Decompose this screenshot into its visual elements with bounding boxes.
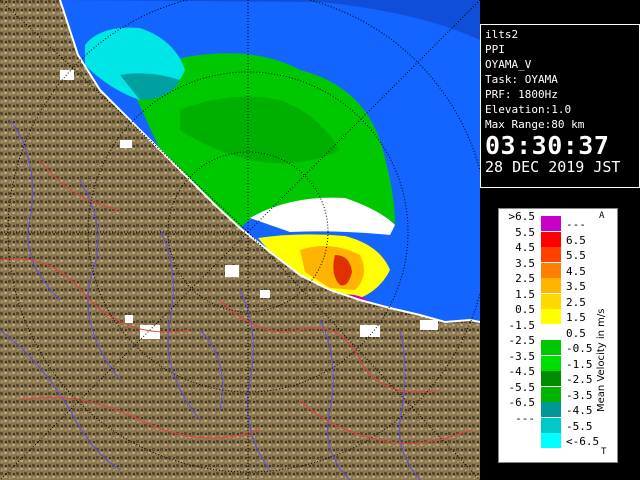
legend-swatch	[541, 216, 561, 231]
legend-swatch	[541, 340, 561, 355]
legend-label-right: <-6.5	[566, 435, 600, 448]
legend-label-left: -1.5	[508, 318, 536, 332]
legend-swatch	[541, 247, 561, 262]
velocity-legend: A >6.5 --- 5.5 6.5 4.5 5.5 3.5 4.5 2.5 3.5 1.5 2.5 0…	[498, 208, 618, 463]
legend-label-right: 1.5	[566, 311, 586, 324]
legend-swatch	[541, 309, 561, 324]
legend-swatch	[541, 278, 561, 293]
legend-swatch	[541, 293, 561, 309]
legend-swatch	[541, 417, 561, 433]
legend-label-left: >6.5	[508, 210, 536, 223]
legend-label-left: 4.5	[515, 241, 535, 254]
legend-label-right: -1.5	[566, 357, 593, 371]
legend-swatch	[541, 386, 561, 402]
legend-swatch	[541, 262, 561, 278]
legend-label-left: 0.5	[515, 303, 535, 316]
task-name: Task: OYAMA	[485, 73, 558, 86]
legend-corner-top: A	[599, 211, 605, 221]
legend-label-right: -5.5	[566, 419, 593, 433]
legend-label-left: ---	[515, 411, 535, 425]
legend-corner-bottom: T	[601, 447, 607, 457]
scan-date: 28 DEC 2019 JST	[485, 158, 621, 176]
site-name: OYAMA_V	[485, 58, 532, 71]
elevation-value: Elevation:1.0	[485, 103, 572, 116]
legend-label-left: 2.5	[515, 272, 535, 285]
legend-label-right: -2.5	[566, 373, 593, 386]
legend-label-left: 1.5	[515, 287, 535, 301]
legend-label-right: 2.5	[566, 295, 586, 309]
max-range-value: Max Range:80 km	[485, 118, 585, 131]
legend-swatch	[541, 433, 561, 448]
legend-label-left: -6.5	[508, 396, 536, 409]
legend-swatch	[541, 324, 561, 340]
scan-time: 03:30:37	[485, 131, 610, 160]
legend-label-left: -2.5	[508, 334, 536, 347]
scan-type: PPI	[485, 43, 505, 56]
prf-value: PRF: 1800Hz	[485, 88, 558, 101]
legend-label-right: 0.5	[566, 326, 586, 340]
legend-swatch	[541, 402, 561, 417]
legend-swatch	[541, 355, 561, 371]
legend-label-left: -5.5	[508, 380, 536, 394]
radar-ppi-map	[0, 0, 480, 480]
legend-swatch	[541, 371, 561, 386]
legend-label-left: 3.5	[515, 256, 535, 270]
legend-label-right: 4.5	[566, 264, 586, 278]
legend-swatch	[541, 231, 561, 247]
legend-label-right: 3.5	[566, 280, 586, 293]
legend-label-right: -0.5	[566, 342, 593, 355]
legend-label-left: -3.5	[508, 349, 536, 363]
scan-info-panel: ilts2 PPI OYAMA_V Task: OYAMA PRF: 1800H…	[480, 24, 640, 188]
legend-title: Mean Velocity in m/s	[596, 308, 607, 412]
legend-label-right: -3.5	[566, 388, 593, 402]
legend-label-left: 5.5	[515, 225, 535, 239]
legend-label-right: ---	[566, 218, 586, 231]
product-name: ilts2	[485, 28, 519, 41]
legend-label-left: -4.5	[508, 365, 536, 378]
legend-label-right: -4.5	[566, 404, 593, 417]
radar-display: ilts2 PPI OYAMA_V Task: OYAMA PRF: 1800H…	[0, 0, 640, 480]
legend-label-right: 5.5	[566, 249, 586, 262]
legend-label-right: 6.5	[566, 233, 586, 247]
